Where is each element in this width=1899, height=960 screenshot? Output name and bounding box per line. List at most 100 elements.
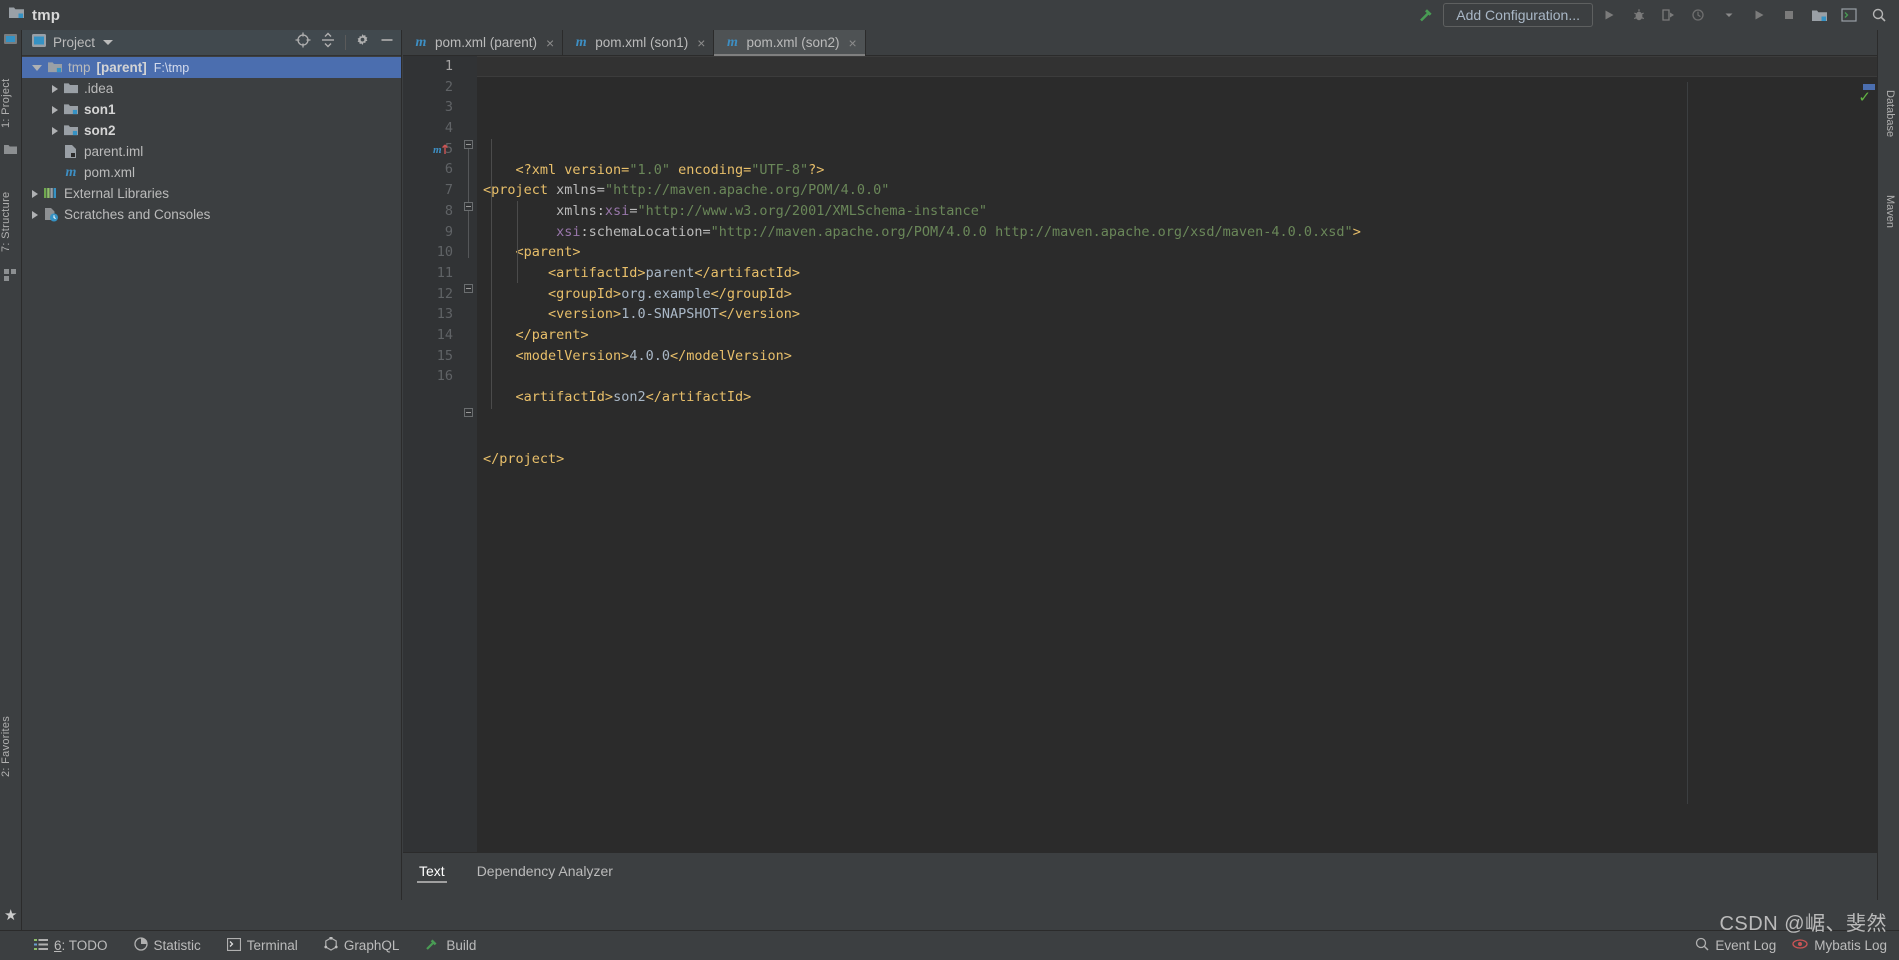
- tree-node-suffix: [parent]: [96, 60, 147, 75]
- code-token: son2: [613, 389, 646, 406]
- code-line: <?xml version="1.0" encoding="UTF-8"?>: [483, 160, 1877, 181]
- debug-button[interactable]: [1625, 2, 1653, 28]
- chevron-right-icon[interactable]: [52, 105, 58, 114]
- code-token: 1.0-SNAPSHOT: [621, 306, 719, 323]
- code-token: xsi: [604, 202, 630, 219]
- close-icon[interactable]: ×: [848, 35, 856, 51]
- line-number: 16: [436, 368, 453, 385]
- status-item-label: GraphQL: [343, 938, 400, 953]
- editor-tab-text[interactable]: Text: [403, 853, 461, 887]
- chevron-right-icon[interactable]: [52, 84, 58, 93]
- code-token: xmlns:: [483, 202, 605, 219]
- editor-gutter[interactable]: 1 2 3 4 5 6 7 8 9 10 11 12 13 14 15 16 m: [403, 56, 461, 852]
- close-icon[interactable]: ×: [546, 35, 554, 51]
- line-number: 10: [436, 244, 453, 261]
- chevron-down-icon[interactable]: [32, 64, 42, 71]
- editor-tab-label: pom.xml (son1): [595, 35, 689, 50]
- code-token: </version>: [718, 306, 801, 323]
- status-terminal[interactable]: Terminal: [226, 937, 298, 954]
- favorites-star-icon[interactable]: ★: [4, 906, 17, 924]
- sidebar-item-maven[interactable]: Maven: [1884, 195, 1896, 257]
- status-todo[interactable]: 6: TODO: [34, 938, 108, 954]
- status-mybatis-log[interactable]: Mybatis Log: [1792, 937, 1887, 954]
- sidebar-item-project[interactable]: 1: Project: [0, 48, 22, 128]
- tree-node-external-libraries[interactable]: External Libraries: [22, 183, 401, 204]
- code-minimap-strip[interactable]: [1687, 82, 1877, 804]
- code-line: <parent>: [483, 242, 1877, 263]
- status-build[interactable]: Build: [425, 937, 476, 954]
- status-item-label: Build: [446, 938, 477, 953]
- search-icon[interactable]: [1865, 2, 1893, 28]
- run-button[interactable]: [1595, 2, 1623, 28]
- line-number: 5: [444, 140, 453, 157]
- sidebar-item-favorites[interactable]: 2: Favorites: [0, 685, 22, 777]
- status-bar-right: Event Log Mybatis Log: [1695, 937, 1899, 954]
- close-icon[interactable]: ×: [697, 35, 705, 51]
- sidebar-item-database[interactable]: Database: [1884, 90, 1896, 170]
- minus-icon[interactable]: [379, 32, 395, 53]
- status-graphql[interactable]: GraphQL: [324, 936, 400, 954]
- tree-node-pom-xml[interactable]: m pom.xml: [22, 162, 401, 183]
- code-line: <groupId>org.example</groupId>: [483, 284, 1877, 305]
- module-icon[interactable]: [1805, 2, 1833, 28]
- status-bar: 6: TODO Statistic Terminal GraphQL Build Eve…: [0, 930, 1899, 960]
- sidebar-item-structure[interactable]: 7: Structure: [0, 160, 22, 252]
- code-token: xmlns=: [548, 182, 605, 199]
- line-number: 8: [444, 202, 453, 219]
- line-number: 1: [444, 58, 453, 74]
- run-coverage-button[interactable]: [1655, 2, 1683, 28]
- profiler-button[interactable]: [1685, 2, 1713, 28]
- stop-square-icon[interactable]: [1775, 2, 1803, 28]
- fold-column[interactable]: [461, 56, 477, 852]
- chevron-down-icon[interactable]: [103, 40, 114, 45]
- chevron-right-icon[interactable]: [52, 126, 58, 135]
- line-number: 13: [436, 306, 453, 323]
- tree-node-son2[interactable]: son2: [22, 120, 401, 141]
- tree-node-label: Scratches and Consoles: [64, 207, 211, 222]
- tab-pom-son2[interactable]: m pom.xml (son2) ×: [714, 30, 866, 56]
- code-line: <artifactId>son2</artifactId>: [483, 387, 1877, 408]
- code-token: "1.0": [629, 161, 670, 178]
- fold-marker-project[interactable]: [464, 140, 473, 149]
- chevron-down-icon[interactable]: [1715, 2, 1743, 28]
- fold-marker-project-close[interactable]: [464, 408, 473, 417]
- project-view-small-icon: [4, 32, 18, 46]
- tree-node-tmp[interactable]: tmp [parent] F:\tmp: [22, 57, 401, 78]
- run-anything-button[interactable]: [1745, 2, 1773, 28]
- chevron-right-icon[interactable]: [32, 189, 38, 198]
- tree-node-scratches[interactable]: Scratches and Consoles: [22, 204, 401, 225]
- graphql-icon: [324, 936, 338, 954]
- fold-marker-parent-close[interactable]: [464, 284, 473, 293]
- code-editor[interactable]: 1 2 3 4 5 6 7 8 9 10 11 12 13 14 15 16 m <?xml version="…: [403, 56, 1877, 852]
- fold-marker-parent-open[interactable]: [464, 202, 473, 211]
- maven-parent-navigate-icon[interactable]: m: [433, 142, 451, 162]
- tree-node-idea[interactable]: .idea: [22, 78, 401, 99]
- iml-file-icon: [63, 144, 79, 160]
- tree-node-parent-iml[interactable]: parent.iml: [22, 141, 401, 162]
- tab-pom-son1[interactable]: m pom.xml (son1) ×: [563, 30, 715, 55]
- code-token: ?>: [808, 161, 825, 178]
- run-configuration-selector[interactable]: Add Configuration...: [1443, 3, 1593, 27]
- code-token: "http://maven.apache.org/POM/4.0.0": [604, 182, 890, 199]
- terminal-icon[interactable]: [1835, 2, 1863, 28]
- status-statistic[interactable]: Statistic: [133, 937, 201, 954]
- status-event-log[interactable]: Event Log: [1695, 937, 1776, 954]
- tab-pom-parent[interactable]: m pom.xml (parent) ×: [403, 30, 564, 55]
- code-line: <version>1.0-SNAPSHOT</version>: [483, 304, 1877, 325]
- module-folder-icon: [47, 60, 63, 76]
- gear-icon[interactable]: [355, 33, 370, 53]
- code-text[interactable]: <?xml version="1.0" encoding="UTF-8"?> <p…: [477, 56, 1877, 852]
- tree-node-son1[interactable]: son1: [22, 99, 401, 120]
- chevron-right-icon[interactable]: [32, 210, 38, 219]
- inspection-status-badge[interactable]: ✓: [1858, 88, 1871, 106]
- svg-text:m: m: [433, 144, 442, 156]
- target-icon[interactable]: [295, 32, 311, 53]
- hammer-icon[interactable]: [1413, 2, 1441, 28]
- editor-tab-dependency-analyzer[interactable]: Dependency Analyzer: [461, 853, 629, 887]
- collapse-icon[interactable]: [320, 32, 336, 53]
